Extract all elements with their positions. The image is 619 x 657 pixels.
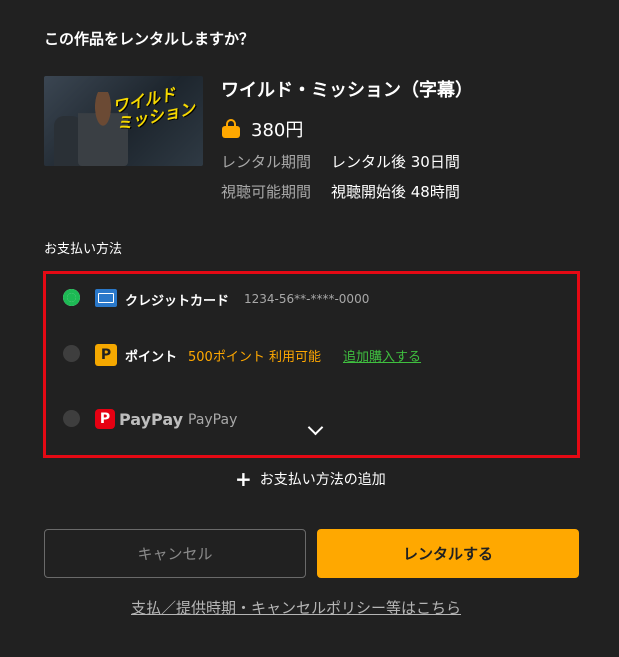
rent-button[interactable]: レンタルする [317, 529, 579, 578]
chevron-down-icon[interactable] [307, 419, 324, 436]
poster-title-text: ワイルド ミッション [111, 82, 197, 134]
add-payment-method[interactable]: + お支払い方法の追加 [235, 469, 386, 489]
rental-period-label: レンタル期間 [221, 153, 312, 171]
paypay-label: PayPay [188, 412, 238, 428]
points-p-icon: P [95, 344, 117, 366]
price-row: 380円 [221, 116, 303, 142]
credit-label: クレジットカード [125, 294, 230, 309]
viewing-period-value: 視聴開始後 48時間 [331, 183, 460, 201]
payment-section-label: お支払い方法 [44, 242, 123, 257]
credit-radio[interactable] [63, 289, 80, 306]
rental-period-value: レンタル後 30日間 [331, 153, 460, 171]
viewing-period-label: 視聴可能期間 [221, 183, 312, 201]
payment-methods-box: クレジットカード 1234-56**-****-0000 P ポイント 500ポ… [43, 271, 580, 458]
policy-link[interactable]: 支払／提供時期・キャンセルポリシー等はこちら [131, 597, 461, 618]
price: 380円 [251, 120, 304, 141]
add-payment-label: お支払い方法の追加 [259, 472, 386, 488]
paypay-logo-text: PayPay [119, 410, 184, 429]
points-label: ポイント [125, 350, 178, 365]
paypay-radio[interactable] [63, 410, 80, 427]
points-available: 500ポイント 利用可能 [188, 350, 321, 365]
credit-card-number: 1234-56**-****-0000 [244, 292, 370, 306]
points-radio[interactable] [63, 345, 80, 362]
buy-points-link[interactable]: 追加購入する [343, 346, 421, 365]
paypay-icon: P [95, 409, 115, 429]
cancel-button[interactable]: キャンセル [44, 529, 306, 578]
movie-poster: ワイルド ミッション [44, 76, 203, 166]
dialog-question: この作品をレンタルしますか？ [44, 30, 255, 48]
shopping-bag-icon [222, 119, 240, 138]
plus-icon: + [235, 467, 252, 491]
amex-card-icon [95, 289, 117, 307]
movie-title: ワイルド・ミッション（字幕） [221, 80, 473, 101]
